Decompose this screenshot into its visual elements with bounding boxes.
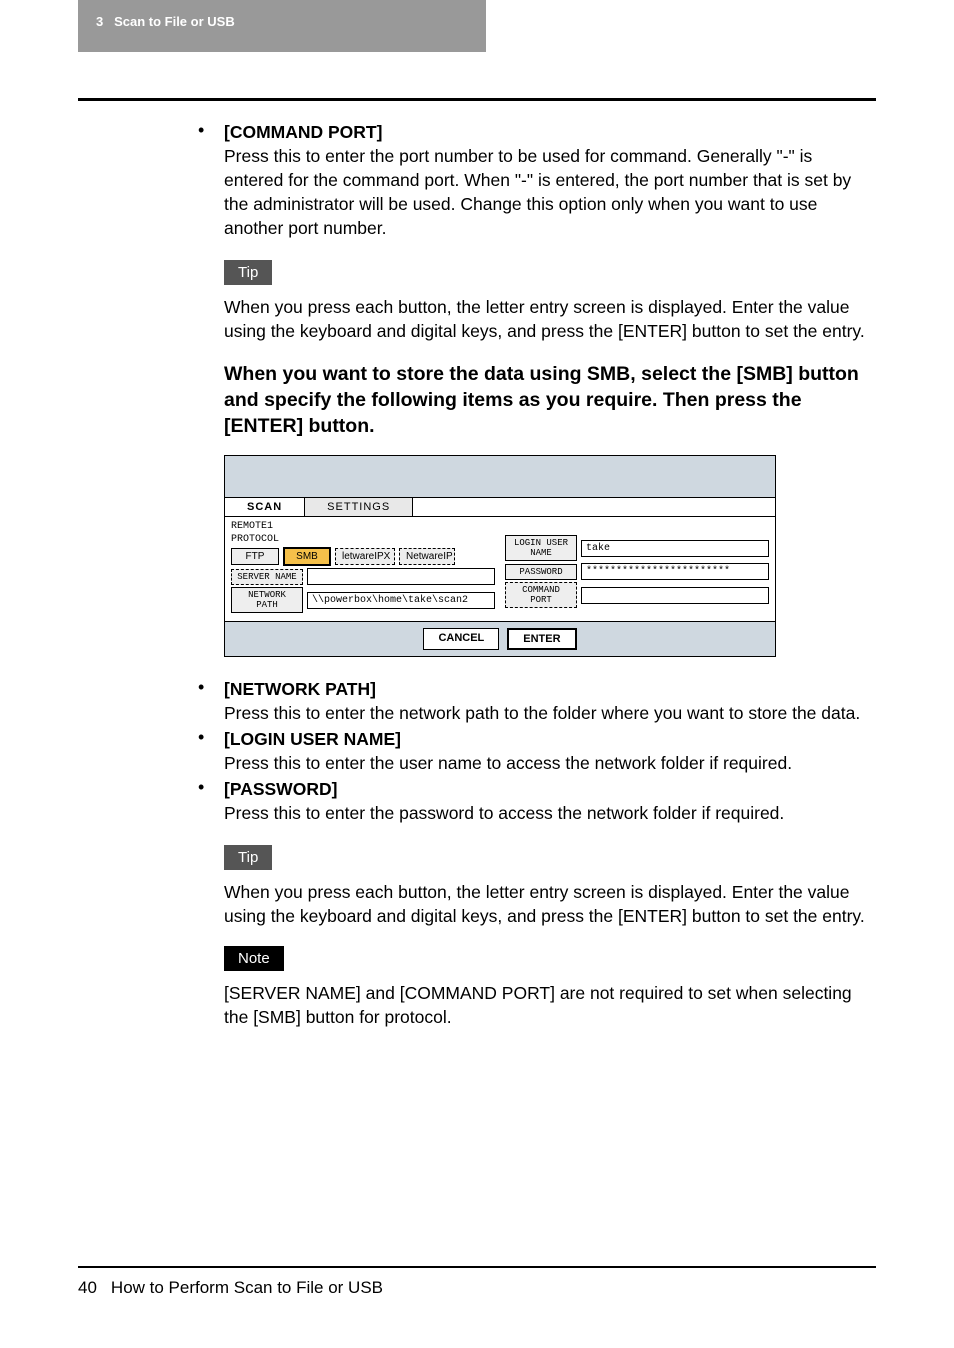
command-port-button[interactable]: COMMAND PORT — [505, 582, 577, 608]
page-content: [COMMAND PORT] Press this to enter the p… — [78, 118, 876, 1029]
login-user-field[interactable]: take — [581, 540, 769, 557]
item-body: Press this to enter the password to acce… — [224, 803, 784, 823]
chapter-header: 3 Scan to File or USB — [78, 0, 486, 52]
server-name-field[interactable] — [307, 568, 495, 585]
tip-text: When you press each button, the letter e… — [224, 295, 876, 343]
top-rule — [78, 98, 876, 101]
note-text: [SERVER NAME] and [COMMAND PORT] are not… — [224, 981, 876, 1029]
netware-ip-button[interactable]: NetwareIP — [399, 548, 455, 565]
item-body: Press this to enter the port number to b… — [224, 146, 851, 238]
ftp-button[interactable]: FTP — [231, 548, 279, 565]
bullet-icon — [198, 777, 224, 825]
item-title: [LOGIN USER NAME] — [224, 729, 401, 749]
item-body: Press this to enter the network path to … — [224, 703, 860, 723]
tip-badge: Tip — [224, 260, 272, 285]
chapter-number: 3 — [96, 14, 103, 29]
remote-label: REMOTE1 — [231, 521, 495, 532]
tab-settings[interactable]: SETTINGS — [305, 498, 413, 516]
command-port-field[interactable] — [581, 587, 769, 604]
smb-button[interactable]: SMB — [283, 547, 331, 566]
network-path-button[interactable]: NETWORK PATH — [231, 587, 303, 613]
item-title: [PASSWORD] — [224, 779, 337, 799]
item-title: [COMMAND PORT] — [224, 122, 382, 142]
device-screenshot: SCAN SETTINGS REMOTE1 PROTOCOL FTP SMB l… — [224, 455, 776, 657]
list-item: [COMMAND PORT] Press this to enter the p… — [198, 120, 876, 240]
chapter-title: Scan to File or USB — [114, 14, 235, 29]
password-field[interactable]: ************************ — [581, 563, 769, 580]
bullet-icon — [198, 677, 224, 725]
login-user-button[interactable]: LOGIN USER NAME — [505, 535, 577, 561]
item-body: Press this to enter the user name to acc… — [224, 753, 792, 773]
enter-button[interactable]: ENTER — [507, 628, 576, 650]
list-item: [NETWORK PATH] Press this to enter the n… — [198, 677, 876, 725]
bullet-icon — [198, 727, 224, 775]
list-item: [LOGIN USER NAME] Press this to enter th… — [198, 727, 876, 775]
tip-badge: Tip — [224, 845, 272, 870]
footer-title: How to Perform Scan to File or USB — [111, 1278, 383, 1298]
tab-scan[interactable]: SCAN — [225, 498, 305, 516]
note-badge: Note — [224, 946, 284, 971]
subheading: When you want to store the data using SM… — [224, 361, 876, 439]
server-name-button[interactable]: SERVER NAME — [231, 569, 303, 585]
protocol-label: PROTOCOL — [231, 534, 495, 545]
cancel-button[interactable]: CANCEL — [423, 628, 499, 650]
netware-ipx-button[interactable]: letwareIPX — [335, 548, 395, 565]
page-footer: 40 How to Perform Scan to File or USB — [78, 1266, 876, 1298]
tip-text: When you press each button, the letter e… — [224, 880, 876, 928]
list-item: [PASSWORD] Press this to enter the passw… — [198, 777, 876, 825]
page-number: 40 — [78, 1278, 97, 1298]
network-path-field[interactable]: \\powerbox\home\take\scan2 — [307, 592, 495, 609]
password-button[interactable]: PASSWORD — [505, 564, 577, 580]
item-title: [NETWORK PATH] — [224, 679, 376, 699]
bullet-icon — [198, 120, 224, 240]
